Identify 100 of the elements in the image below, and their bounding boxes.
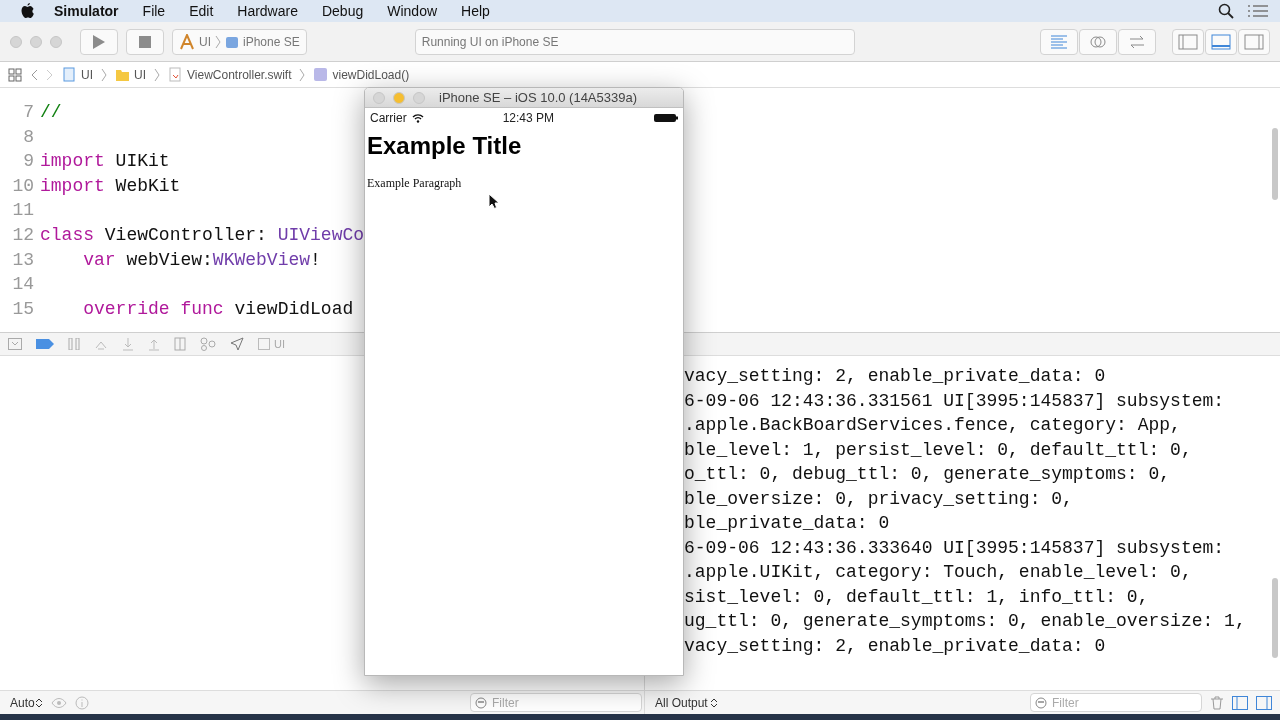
filter-field[interactable]: Filter	[470, 693, 642, 712]
search-icon[interactable]	[1218, 3, 1234, 19]
trash-icon[interactable]	[1210, 695, 1224, 710]
panel-toggle-button[interactable]	[1238, 28, 1270, 55]
variables-mode-selector[interactable]: Auto	[10, 693, 43, 712]
page-title: Example Title	[367, 131, 523, 161]
view-hierarchy-icon[interactable]	[174, 337, 186, 351]
run-button[interactable]	[80, 28, 118, 55]
panel-toggle-button[interactable]	[1172, 28, 1204, 55]
breakpoint-icon[interactable]	[36, 338, 54, 350]
window-control[interactable]	[50, 35, 62, 48]
chevron-icon	[154, 67, 160, 82]
code-line: import WebKit	[40, 174, 181, 198]
standard-editor-icon	[1050, 32, 1068, 51]
menu-item[interactable]: Hardware	[225, 0, 310, 22]
forward-icon[interactable]	[46, 68, 54, 81]
editor-mode-button[interactable]	[1079, 28, 1117, 55]
line-number: 15	[11, 297, 34, 321]
wifi-icon	[411, 113, 424, 123]
menu-item[interactable]: Debug	[309, 0, 376, 22]
stop-icon	[139, 35, 151, 48]
carrier-label: Carrier	[370, 110, 407, 127]
method-icon	[313, 67, 329, 82]
chevron-icon	[215, 34, 221, 49]
grid-icon[interactable]	[8, 67, 22, 82]
chevron-icon	[101, 67, 107, 82]
swift-file-icon	[168, 67, 183, 82]
line-number: 8	[22, 125, 34, 149]
scrollbar-thumb[interactable]	[1272, 578, 1278, 658]
code-line: //	[40, 101, 62, 124]
chevron-icon	[299, 67, 306, 82]
left-split-icon[interactable]	[1232, 695, 1248, 710]
app-target-icon	[179, 33, 195, 50]
filter-field[interactable]: Filter	[1030, 693, 1202, 712]
status-time: 12:43 PM	[502, 110, 555, 127]
stop-button[interactable]	[126, 28, 164, 55]
console-line: o_ttl: 0, debug_ttl: 0, generate_symptoms: 0,	[684, 463, 1172, 486]
pause-icon[interactable]	[68, 338, 80, 350]
editor-mode-button[interactable]	[1040, 28, 1078, 55]
hide-panel-icon[interactable]	[8, 338, 22, 350]
console-line: .apple.UIKit, category: Touch, enable_level: 0,	[684, 561, 1193, 584]
filter-icon	[475, 697, 487, 709]
memory-graph-icon[interactable]	[200, 337, 216, 351]
code-line: class ViewController: UIViewCo	[40, 223, 365, 247]
jump-bar-item[interactable]: ViewController.swift	[168, 65, 292, 84]
page-paragraph: Example Paragraph	[367, 175, 462, 192]
window-control[interactable]	[30, 35, 42, 48]
app-menu[interactable]: Simulator	[42, 0, 131, 22]
back-icon[interactable]	[30, 68, 38, 81]
list-icon[interactable]	[1248, 4, 1268, 18]
menu-item[interactable]: File	[130, 0, 178, 22]
apple-logo-icon[interactable]	[20, 3, 34, 19]
menu-item[interactable]: Edit	[177, 0, 226, 22]
step-out-icon[interactable]	[148, 337, 160, 351]
console-line: 6-09-06 12:43:36.331561 UI[3995:145837] subsystem:	[684, 389, 1226, 413]
output-mode-selector[interactable]: All Output	[655, 693, 718, 712]
line-number: 10	[11, 174, 34, 198]
window-control[interactable]	[373, 91, 385, 104]
editor-mode-button[interactable]	[1118, 28, 1156, 55]
battery-icon	[654, 113, 678, 123]
code-line: var webView:WKWebView!	[83, 248, 321, 272]
window-control[interactable]	[393, 91, 405, 104]
activity-view: Running UI on iPhone SE	[414, 28, 855, 55]
console-line: .apple.BackBoardServices.fence, category: App,	[684, 414, 1182, 437]
play-icon	[93, 34, 105, 49]
line-number: 7	[22, 101, 34, 124]
jump-bar-item[interactable]: UI	[62, 65, 93, 84]
pointer-icon	[488, 193, 499, 209]
scheme-selector[interactable]: UI iPhone SE	[172, 28, 307, 55]
filter-icon	[1035, 697, 1047, 709]
code-line: override func viewDidLoad	[83, 297, 354, 321]
line-number: 13	[11, 248, 34, 272]
location-icon[interactable]	[230, 337, 244, 351]
folder-icon	[115, 67, 130, 82]
menu-item[interactable]: Window	[375, 0, 450, 22]
panel-toggle-button[interactable]	[1205, 28, 1237, 55]
step-into-icon[interactable]	[122, 337, 134, 351]
debug-panel-icon	[1211, 33, 1231, 50]
right-split-icon[interactable]	[1256, 695, 1272, 710]
project-icon	[62, 67, 77, 82]
line-number: 9	[22, 150, 34, 174]
console-line: ug_ttl: 0, generate_symptoms: 0, enable_oversize: 1,	[684, 610, 1247, 633]
app-icon	[258, 338, 270, 350]
jump-bar-item[interactable]: UI	[115, 65, 146, 84]
console-line: ble_oversize: 0, privacy_setting: 0,	[684, 487, 1074, 511]
window-control[interactable]	[10, 35, 22, 48]
eye-icon[interactable]	[50, 696, 67, 709]
window-title: iPhone SE – iOS 10.0 (14A5339a)	[439, 88, 638, 107]
line-number: 12	[11, 223, 34, 247]
console-line: ble_level: 1, persist_level: 0, default_ttl: 0,	[684, 438, 1193, 462]
menu-item[interactable]: Help	[449, 0, 502, 22]
window-control[interactable]	[413, 91, 425, 104]
console-line: vacy_setting: 2, enable_private_data: 0	[684, 365, 1107, 388]
console-line: 6-09-06 12:43:36.333640 UI[3995:145837] subsystem:	[684, 536, 1226, 560]
console-line: vacy_setting: 2, enable_private_data: 0	[684, 634, 1107, 658]
info-icon[interactable]	[74, 695, 89, 710]
scrollbar-thumb[interactable]	[1272, 128, 1278, 200]
jump-bar-item[interactable]: viewDidLoad()	[313, 65, 410, 84]
code-line: import UIKit	[40, 150, 170, 174]
device-icon	[225, 34, 239, 49]
